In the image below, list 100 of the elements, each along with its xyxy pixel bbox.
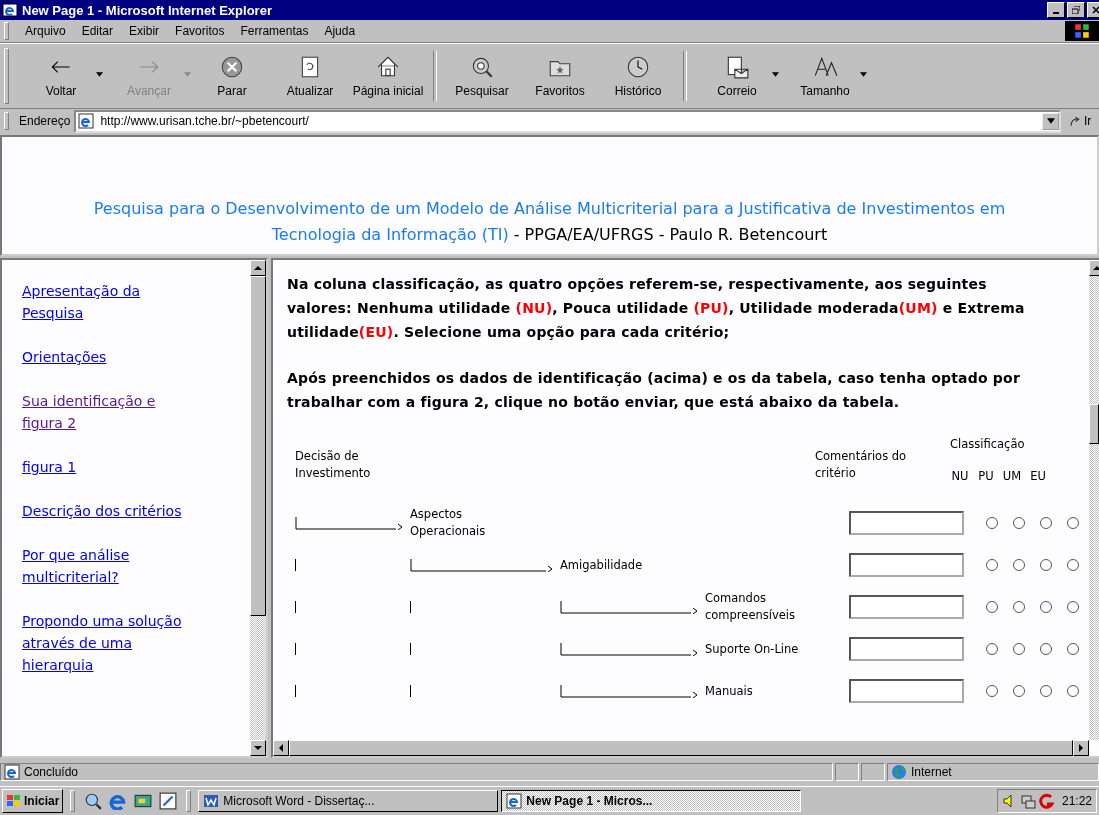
tree-line [295,685,296,697]
rating-radio[interactable] [1040,685,1052,697]
comment-field[interactable] [849,679,964,703]
tree-line [410,643,411,655]
font-button[interactable]: Tamanho [781,54,869,98]
menu-item[interactable]: Editar [73,24,122,38]
up-arrow-icon [254,266,262,270]
go-button[interactable]: Ir [1063,114,1099,128]
back-button[interactable]: Voltar [17,54,105,98]
rating-radio[interactable] [986,643,998,655]
comment-field[interactable] [849,553,964,577]
globe-icon [891,764,907,780]
sidebar-link[interactable]: Descrição dos critérios [22,500,182,522]
caret-icon[interactable] [772,72,779,77]
history-button[interactable]: Histórico [599,54,677,98]
scale-label: UM [1002,469,1022,483]
sidebar-link[interactable]: Orientações [22,346,107,368]
scrollbar[interactable] [250,260,266,756]
instruction-paragraph: Após preenchidos os dados de identificação (acima) e os da tabela, caso tenha optado por trabalhar com a figura 2, clique no botão enviar, que está abaixo da tabela. [287,369,1021,412]
stop-icon [219,54,245,80]
rating-radio[interactable] [1067,601,1079,613]
rating-radio[interactable] [1040,601,1052,613]
browser-icon [506,793,523,809]
menu-item[interactable]: Arquivo [17,24,74,38]
sidebar-link[interactable]: Propondo uma solução através de uma hierarquia [22,610,200,676]
criterion-label: Aspectos Operacionais [410,506,487,540]
instruction-paragraph: Na coluna classificação, as quatro opções referem-se, respectivamente, aos seguintes valores: Nenhuma utilidade (NU), Pouca utilidade (PU), Utilidade moderada(UM) e Extrema utilidade(EU). Selecione uma opção para cada critério; [287,275,1026,342]
rating-radio[interactable] [986,559,998,571]
tree-line [295,643,296,655]
sidebar-link[interactable]: Apresentação da Pesquisa [22,280,200,324]
home-button[interactable]: Página inicial [349,54,427,98]
sidebar-link[interactable]: Sua identificação e figura 2 [22,390,200,434]
rating-radio[interactable] [986,517,998,529]
rating-radio[interactable] [1067,517,1079,529]
scroll-thumb[interactable] [250,276,266,616]
rating-radio[interactable] [1040,643,1052,655]
menu-item[interactable]: Favoritos [167,24,233,38]
rating-radio[interactable] [986,685,998,697]
scroll-thumb[interactable] [1089,404,1099,444]
scrollbar[interactable] [1089,260,1099,740]
pencil-icon[interactable] [157,792,180,810]
comment-field[interactable] [849,637,964,661]
rating-radio[interactable] [1040,559,1052,571]
sidebar-link[interactable]: figura 1 [22,456,77,478]
restore-button[interactable] [1067,2,1085,18]
rating-radio[interactable] [1013,559,1025,571]
left-arrow-icon [279,744,283,752]
caret-icon[interactable] [860,72,867,77]
menu-item[interactable]: Exibir [121,24,168,38]
arrow-icon [1069,114,1082,128]
caret-icon [1046,118,1055,124]
desktop-icon[interactable] [132,792,155,810]
rating-radio[interactable] [1013,601,1025,613]
sidebar-link[interactable]: Por que análise multicriterial? [22,544,200,588]
tree-line [410,601,411,613]
favorites-button[interactable]: Favoritos [521,54,599,98]
clock: 21:22 [1061,794,1092,808]
refresh-button[interactable]: Atualizar [271,54,349,98]
rating-radio[interactable] [1040,517,1052,529]
rating-radio[interactable] [1067,643,1079,655]
stop-button[interactable]: Parar [193,54,271,98]
comment-field[interactable] [849,595,964,619]
windows-logo-icon [6,793,22,809]
rating-radio[interactable] [986,601,998,613]
rating-radio[interactable] [1013,643,1025,655]
network-icon[interactable] [1019,793,1036,809]
menu-item[interactable]: Ajuda [316,24,364,38]
dropdown-button[interactable] [1042,112,1059,130]
document-icon [203,793,220,809]
comment-field[interactable] [849,511,964,535]
taskbar-button[interactable]: New Page 1 - Micros... [501,790,802,812]
windows-logo-icon [1065,21,1099,41]
criterion-label: Amigabilidade [560,556,644,574]
browser-icon [2,2,18,18]
search-button[interactable]: Pesquisar [443,54,521,98]
window-title: New Page 1 - Microsoft Internet Explorer [22,2,273,18]
rating-radio[interactable] [1013,685,1025,697]
criterion-label: Manuais [705,682,754,700]
address-field[interactable]: http://www.urisan.tche.br/~pbetencourt/ [74,109,1061,133]
up-arrow-icon [1093,266,1099,270]
page-icon [4,764,20,780]
criterion-label: Suporte On-Line [705,640,800,658]
rating-radio[interactable] [1067,685,1079,697]
mail-button[interactable]: Correio [693,54,781,98]
right-arrow-icon [1079,744,1083,752]
rating-radio[interactable] [1013,517,1025,529]
column-heading: Decisão de Investimento [295,448,372,482]
column-heading: Comentários do critério [815,448,908,482]
taskbar-button[interactable]: Microsoft Word - Dissertaç... [198,790,499,812]
tree-line [295,559,296,571]
minimize-button[interactable] [1047,2,1065,18]
rating-radio[interactable] [1067,559,1079,571]
caret-icon[interactable] [96,72,103,77]
start-button[interactable]: Iniciar [2,789,64,813]
restore-icon [1072,6,1080,14]
letter-g-icon[interactable] [1037,793,1054,809]
down-arrow-icon [254,746,262,750]
menu-item[interactable]: Ferramentas [232,24,317,38]
status-text: Concluído [24,765,79,779]
scale-label: EU [1029,469,1047,483]
